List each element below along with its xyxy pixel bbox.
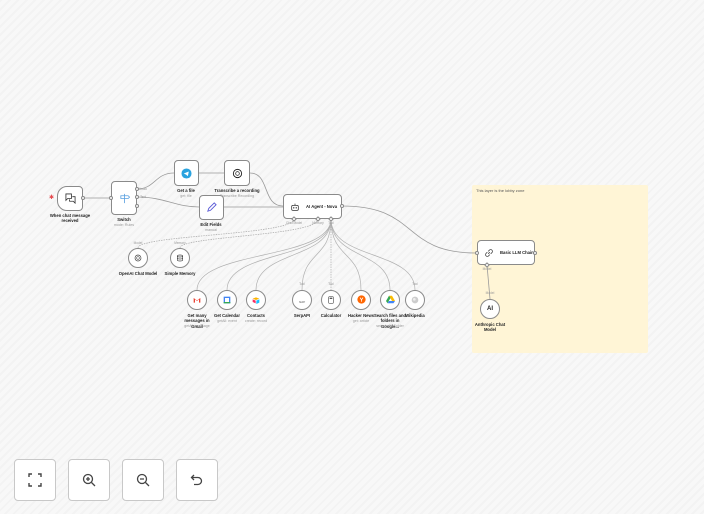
node-openai-chat-model[interactable] xyxy=(128,248,148,268)
serpapi-icon: SERP xyxy=(298,291,306,309)
port-label: Tool xyxy=(328,221,334,225)
output-port-text[interactable] xyxy=(135,195,139,199)
edge-tool-calendar xyxy=(226,218,332,291)
port-label: Memory xyxy=(174,241,186,245)
google-calendar-icon xyxy=(223,291,231,309)
node-label: Simple Memory xyxy=(164,271,196,276)
output-port[interactable] xyxy=(340,204,344,208)
google-drive-icon xyxy=(385,291,395,309)
node-tool[interactable] xyxy=(380,290,400,310)
node-anthropic-chat-model[interactable]: AI xyxy=(480,299,500,319)
node-subtitle: get: article xyxy=(352,319,370,323)
sticky-note-text: This layer is the lobby zone xyxy=(476,188,525,193)
node-subtitle: manual xyxy=(205,228,217,232)
node-tool[interactable] xyxy=(405,290,425,310)
port-label: Model xyxy=(482,267,492,271)
zoom-in-icon xyxy=(82,473,96,487)
edge-tool-gdrive xyxy=(330,218,391,291)
undo-button[interactable] xyxy=(176,459,218,501)
svg-text:SERP: SERP xyxy=(299,302,306,304)
node-label: Wikipedia xyxy=(405,313,425,318)
anthropic-icon: AI xyxy=(487,306,493,312)
node-label: Contacts xyxy=(247,313,265,318)
edge-tool-contacts xyxy=(255,218,332,291)
node-label: AI Agent - Nova xyxy=(306,204,338,209)
chat-icon xyxy=(65,193,75,204)
telegram-icon xyxy=(181,167,192,179)
output-port[interactable] xyxy=(533,251,537,255)
node-tool[interactable] xyxy=(351,290,371,310)
undo-icon xyxy=(190,474,203,486)
edge-tool-serpapi xyxy=(301,218,332,291)
robot-icon xyxy=(291,203,299,211)
node-label: When chat message received xyxy=(49,213,91,224)
node-subtitle: search: fileFolder xyxy=(376,324,404,328)
node-chat-trigger[interactable] xyxy=(57,186,83,211)
pencil-icon xyxy=(207,202,217,212)
port-label: Model xyxy=(133,241,143,245)
calculator-icon xyxy=(327,291,335,309)
zoom-out-icon xyxy=(136,473,150,487)
input-port[interactable] xyxy=(475,251,479,255)
node-label: Basic LLM Chain xyxy=(500,250,534,255)
output-port-fallback[interactable] xyxy=(135,204,139,208)
node-ai-agent[interactable]: AI Agent - Nova xyxy=(283,194,342,219)
node-label: OpenAI Chat Model xyxy=(118,271,158,276)
port-label: Tool xyxy=(412,282,418,286)
node-subtitle: getAll: event xyxy=(217,319,237,323)
edge-tool-hackernews xyxy=(330,218,362,291)
node-subtitle: Transcribe Recording xyxy=(219,194,255,198)
node-tool[interactable] xyxy=(246,290,266,310)
node-label: Edit Fields xyxy=(200,222,222,227)
node-get-file[interactable] xyxy=(174,160,199,186)
node-label: Calculator xyxy=(320,313,342,318)
port-label: Chat Model xyxy=(285,221,303,225)
zoom-in-button[interactable] xyxy=(68,459,110,501)
signpost-icon xyxy=(119,193,130,203)
openai-icon xyxy=(232,168,242,178)
node-label: Anthropic Chat Model xyxy=(474,322,506,333)
node-switch[interactable] xyxy=(111,181,137,215)
input-port[interactable] xyxy=(109,196,113,200)
openai-icon xyxy=(134,254,142,262)
port-label: Tool xyxy=(299,282,305,286)
node-transcribe[interactable] xyxy=(224,160,250,186)
edge-switch-editfields xyxy=(136,196,200,208)
node-subtitle: create: record xyxy=(244,319,268,323)
node-subtitle: get: file xyxy=(180,194,192,198)
node-basic-llm-chain[interactable]: Basic LLM Chain xyxy=(477,240,535,265)
node-tool[interactable] xyxy=(187,290,207,310)
node-tool[interactable]: SERP xyxy=(292,290,312,310)
trigger-marker-icon: ✱ xyxy=(49,195,55,201)
node-edit-fields[interactable] xyxy=(199,195,224,220)
fit-view-button[interactable] xyxy=(14,459,56,501)
node-label: Get a file xyxy=(177,188,195,193)
fullscreen-icon xyxy=(28,473,42,487)
output-port[interactable] xyxy=(81,196,85,200)
hacker-news-icon xyxy=(356,291,366,309)
node-subtitle: getAll: message xyxy=(184,324,210,328)
edge-agent-llmchain xyxy=(341,205,478,254)
wikipedia-icon xyxy=(411,291,419,309)
edge-tool-wikipedia xyxy=(330,218,416,291)
node-tool[interactable] xyxy=(321,290,341,310)
node-tool[interactable] xyxy=(217,290,237,310)
port-label: Memory xyxy=(312,221,324,225)
link-icon xyxy=(485,248,493,257)
node-label: Transcribe a recording xyxy=(214,188,260,193)
port-label: Tool xyxy=(328,282,334,286)
gmail-icon xyxy=(193,291,201,309)
node-subtitle: mode: Rules xyxy=(113,223,135,227)
zoom-out-button[interactable] xyxy=(122,459,164,501)
port-label: Audio xyxy=(138,187,148,191)
database-icon xyxy=(177,254,183,262)
node-label: Switch xyxy=(117,217,131,222)
airtable-icon xyxy=(252,291,260,309)
node-simple-memory[interactable] xyxy=(170,248,190,268)
port-label: Model xyxy=(485,291,495,295)
port-label: Text xyxy=(140,195,146,199)
